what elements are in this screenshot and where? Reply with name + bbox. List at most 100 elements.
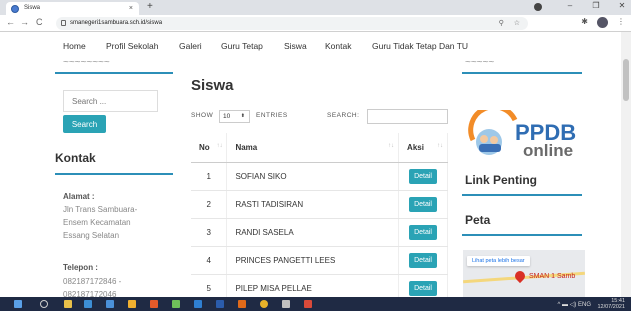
table-search-input[interactable] (367, 109, 448, 124)
forward-button[interactable]: → (20, 17, 29, 27)
alamat-line: Essang Selatan (63, 231, 120, 240)
table-header-row: No ↑↓ Nama ↑↓ Aksi ↑↓ (191, 133, 448, 163)
detail-button[interactable]: Detail (409, 168, 438, 184)
ppdb-online-logo[interactable]: PPDB online (465, 104, 583, 160)
browser-profile-icon[interactable] (534, 3, 542, 11)
nav-siswa[interactable]: Siswa (284, 41, 307, 51)
chrome-icon[interactable] (260, 300, 268, 308)
store-icon[interactable] (84, 300, 92, 308)
window-restore-button[interactable]: ❐ (591, 1, 601, 10)
view-larger-map-link[interactable]: Lihat peta lebih besar (467, 256, 530, 266)
entries-select[interactable]: 10 ⬍ (219, 110, 250, 123)
alamat-label: Alamat : (63, 192, 95, 201)
app-icon[interactable] (304, 300, 312, 308)
peta-divider (462, 234, 582, 236)
tab-title: Siswa (24, 5, 41, 11)
page-scrollbar[interactable] (621, 32, 631, 297)
nav-profil-sekolah[interactable]: Profil Sekolah (106, 41, 158, 51)
app-icon[interactable] (128, 300, 136, 308)
cell-no: 2 (191, 190, 228, 219)
reload-button[interactable]: C (36, 17, 43, 27)
site-navigation: Home Profil Sekolah Galeri Guru Tetap Si… (0, 32, 620, 60)
column-header-aksi[interactable]: Aksi ↑↓ (398, 133, 448, 163)
alamat-line: Jln Trans Sambuara- (63, 205, 138, 214)
account-avatar[interactable] (597, 17, 608, 28)
map-place-label: SMAN 1 Samb (529, 273, 576, 280)
cell-nama: RANDI SASELA (226, 218, 400, 247)
right-divider (462, 72, 582, 74)
detail-button[interactable]: Detail (409, 252, 438, 268)
site-favicon-icon (11, 5, 19, 13)
nav-kontak[interactable]: Kontak (325, 41, 351, 51)
extensions-icon[interactable]: ✱ (581, 17, 588, 28)
back-button[interactable]: ← (6, 17, 15, 27)
cell-no: 5 (191, 274, 228, 297)
scrollbar-thumb[interactable] (623, 59, 629, 101)
show-label: SHOW (191, 112, 214, 119)
cell-nama: SOFIAN SIKO (226, 162, 400, 191)
nav-guru-tidak-tetap[interactable]: Guru Tidak Tetap Dan TU (372, 41, 468, 51)
app-icon[interactable] (172, 300, 180, 308)
start-windows-icon[interactable] (14, 300, 22, 308)
column-header-nama[interactable]: Nama ↑↓ (226, 133, 400, 163)
cell-no: 3 (191, 218, 228, 247)
clock[interactable]: 15:41 12/07/2021 (597, 298, 625, 310)
cell-aksi: Detail (398, 218, 448, 247)
detail-button[interactable]: Detail (409, 196, 438, 212)
new-tab-button[interactable]: + (147, 1, 153, 12)
column-header-no[interactable]: No ↑↓ (191, 133, 228, 163)
url-text: smanegeri1sambuara.sch.id/siswa (70, 20, 163, 26)
students-table: No ↑↓ Nama ↑↓ Aksi ↑↓ 1 SOFIAN SIKO Deta… (191, 133, 448, 297)
address-bar[interactable]: smanegeri1sambuara.sch.id/siswa ⚲ ☆ (56, 17, 528, 30)
link-penting-title: Link Penting (465, 173, 537, 187)
nav-galeri[interactable]: Galeri (179, 41, 202, 51)
bookmark-star-icon[interactable]: ☆ (514, 17, 520, 30)
detail-button[interactable]: Detail (409, 280, 438, 296)
map-embed[interactable]: Lihat peta lebih besar SMAN 1 Samb (463, 250, 585, 297)
table-search-label: SEARCH: (327, 112, 360, 119)
nav-guru-tetap[interactable]: Guru Tetap (221, 41, 263, 51)
telepon-line: 082187172846 - (63, 277, 122, 286)
map-pin-icon[interactable] (512, 268, 528, 284)
select-arrows-icon: ⬍ (240, 113, 245, 119)
os-taskbar: ^ ▬ ◁) ENG 15:41 12/07/2021 (0, 297, 631, 311)
search-input[interactable] (63, 90, 158, 112)
zoom-icon[interactable]: ⚲ (499, 17, 504, 30)
sidebar-divider (55, 72, 173, 74)
browser-tab[interactable]: Siswa × (6, 2, 139, 15)
app-icon[interactable] (282, 300, 290, 308)
word-icon[interactable] (216, 300, 224, 308)
clock-date: 12/07/2021 (597, 304, 625, 310)
table-row: 1 SOFIAN SIKO Detail (191, 162, 448, 191)
window-close-button[interactable]: ✕ (617, 1, 627, 10)
sort-icon: ↑↓ (216, 143, 223, 149)
browser-toolbar: ← → C smanegeri1sambuara.sch.id/siswa ⚲ … (0, 15, 631, 32)
entries-value: 10 (223, 113, 231, 120)
search-icon[interactable] (40, 300, 48, 308)
app-icon[interactable] (150, 300, 158, 308)
mail-icon[interactable] (106, 300, 114, 308)
sort-icon: ↑↓ (437, 143, 443, 149)
web-page: Home Profil Sekolah Galeri Guru Tetap Si… (0, 32, 631, 297)
cell-nama: PRINCES PANGETTI LEES (226, 246, 400, 275)
telepon-label: Telepon : (63, 263, 98, 272)
nav-home[interactable]: Home (63, 41, 86, 51)
logo-text-online: online (523, 141, 573, 160)
edge-icon[interactable] (194, 300, 202, 308)
system-tray[interactable]: ^ ▬ ◁) ENG (558, 301, 591, 308)
language-indicator[interactable]: ENG (578, 302, 591, 308)
tab-close-icon[interactable]: × (129, 2, 133, 15)
cell-no: 1 (191, 162, 228, 191)
cell-aksi: Detail (398, 162, 448, 191)
cell-nama: RASTI TADISIRAN (226, 190, 400, 219)
detail-button[interactable]: Detail (409, 224, 438, 240)
alamat-text: Jln Trans Sambuara- Ensem Kecamatan Essa… (63, 203, 137, 242)
link-penting-divider (462, 194, 582, 196)
search-button[interactable]: Search (63, 115, 106, 133)
file-explorer-icon[interactable] (64, 300, 72, 308)
column-label: No (199, 142, 210, 152)
cell-aksi: Detail (398, 274, 448, 297)
window-minimize-button[interactable]: – (565, 1, 575, 10)
powerpoint-icon[interactable] (238, 300, 246, 308)
menu-dots-icon[interactable]: ⋮ (617, 17, 625, 28)
